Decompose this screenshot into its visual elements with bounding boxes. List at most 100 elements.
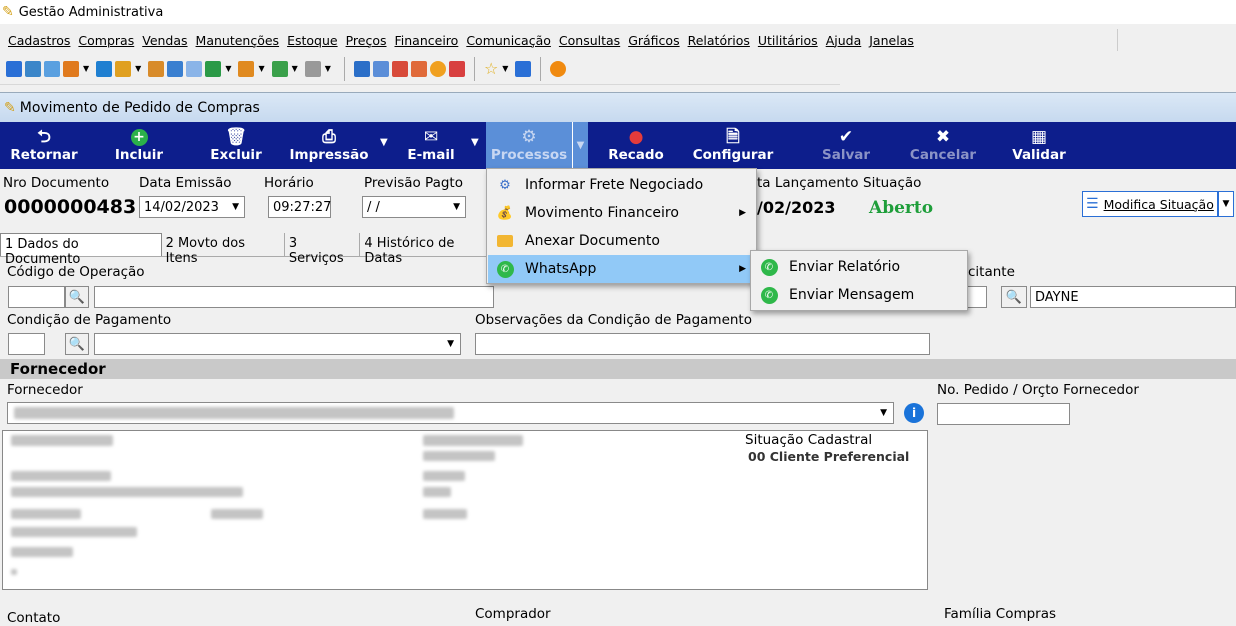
menu-graficos[interactable]: Gráficos <box>628 33 679 48</box>
fornecedor-label: Fornecedor <box>7 382 83 398</box>
cart-icon[interactable] <box>205 60 222 77</box>
redacted-text <box>11 547 73 557</box>
impressao-dropdown-icon[interactable]: ▼ <box>380 137 388 148</box>
chevron-down-icon[interactable]: ▼ <box>258 64 264 73</box>
retornar-button[interactable]: ⮌ Retornar <box>10 122 78 169</box>
solicitante-search-button[interactable]: 🔍 <box>1001 286 1027 308</box>
incluir-button[interactable]: + Incluir <box>108 122 170 169</box>
modifica-situacao-button[interactable]: ☰ Modifica Situação <box>1082 191 1218 217</box>
processos-dropdown-button[interactable]: ▼ <box>572 122 588 169</box>
codigo-operacao-desc-field[interactable] <box>94 286 494 308</box>
chevron-down-icon[interactable]: ▼ <box>83 64 89 73</box>
condicao-pagamento-select[interactable]: ▼ <box>94 333 461 355</box>
calculator-icon[interactable] <box>353 60 370 77</box>
menu-financeiro[interactable]: Financeiro <box>395 33 459 48</box>
person-icon[interactable] <box>148 60 165 77</box>
horario-field[interactable]: 09:27:27 <box>268 196 331 218</box>
menu-janelas[interactable]: Janelas <box>869 33 914 48</box>
tree-icon[interactable] <box>63 60 79 77</box>
chevron-down-icon[interactable]: ▼ <box>453 202 460 212</box>
modifica-situacao-label: Modifica Situação <box>1103 196 1214 212</box>
menu-ajuda[interactable]: Ajuda <box>826 33 862 48</box>
chevron-down-icon[interactable]: ▼ <box>135 64 141 73</box>
solicitante-name-field[interactable]: DAYNE <box>1030 286 1236 308</box>
star-icon[interactable]: ☆ <box>484 59 498 78</box>
cancelar-button[interactable]: ✖ Cancelar <box>908 122 978 169</box>
users-icon[interactable] <box>25 60 41 77</box>
processos-button[interactable]: ⚙ Processos <box>486 122 572 169</box>
menu-item-enviar-relatorio[interactable]: ✆ Enviar Relatório <box>752 253 966 281</box>
condicao-pagamento-code-field[interactable] <box>8 333 45 355</box>
chevron-down-icon[interactable]: ▼ <box>447 339 454 349</box>
modifica-situacao-dropdown[interactable]: ▼ <box>1218 191 1234 217</box>
previsao-pagto-field[interactable]: / / ▼ <box>362 196 466 218</box>
codigo-operacao-code-field[interactable] <box>8 286 65 308</box>
pedido-fornecedor-field[interactable] <box>937 403 1070 425</box>
condicao-pagamento-search-button[interactable]: 🔍 <box>65 333 89 355</box>
nro-documento-value: 0000000483 <box>4 196 137 218</box>
toolbar-separator <box>540 56 542 81</box>
info-icon[interactable] <box>515 60 532 77</box>
impressao-button[interactable]: ⎙ Impressão <box>288 122 370 169</box>
menu-comunicacao[interactable]: Comunicação <box>466 33 551 48</box>
validar-button[interactable]: ▦ Validar <box>1010 122 1068 169</box>
menu-utilitarios[interactable]: Utilitários <box>758 33 818 48</box>
situacao-value: Aberto <box>869 198 934 218</box>
menu-estoque[interactable]: Estoque <box>287 33 338 48</box>
configurar-button[interactable]: 🗎 Configurar <box>693 122 774 169</box>
lock-icon[interactable] <box>429 60 446 77</box>
redacted-text <box>11 509 81 519</box>
calendar-icon[interactable] <box>391 60 408 77</box>
chevron-down-icon[interactable]: ▼ <box>325 64 331 73</box>
schedule-icon[interactable] <box>410 60 427 77</box>
tab-historico-datas[interactable]: 4 Histórico de Datas <box>360 233 500 266</box>
quick-toolbar: ▼ ▼ ▼ ▼ ▼ ▼ ☆ ▼ <box>0 53 840 85</box>
cancelar-label: Cancelar <box>909 147 977 163</box>
chevron-down-icon[interactable]: ▼ <box>292 64 298 73</box>
menu-relatorios[interactable]: Relatórios <box>688 33 750 48</box>
data-emissao-field[interactable]: 14/02/2023 ▼ <box>139 196 245 218</box>
menu-item-anexar-documento[interactable]: Anexar Documento <box>488 227 755 255</box>
menu-vendas[interactable]: Vendas <box>142 33 187 48</box>
tab-movto-itens[interactable]: 2 Movto dos Itens <box>162 233 285 266</box>
redacted-text <box>11 435 113 446</box>
codigo-operacao-search-button[interactable]: 🔍 <box>65 286 89 308</box>
card-icon[interactable] <box>44 60 60 77</box>
box-icon[interactable] <box>115 60 132 77</box>
previsao-pagto-value: / / <box>367 199 380 215</box>
menu-item-whatsapp[interactable]: ✆ WhatsApp ▶ <box>488 255 755 283</box>
retornar-label: Retornar <box>10 147 78 163</box>
menu-item-informar-frete[interactable]: ⚙ Informar Frete Negociado <box>488 171 755 199</box>
tab-servicos[interactable]: 3 Serviços <box>285 233 361 266</box>
chevron-down-icon[interactable]: ▼ <box>880 408 887 418</box>
report-icon[interactable] <box>448 60 465 77</box>
folder-icon[interactable] <box>6 60 22 77</box>
document-icon[interactable] <box>96 60 113 77</box>
menu-precos[interactable]: Preços <box>346 33 387 48</box>
salvar-button[interactable]: ✔ Salvar <box>818 122 874 169</box>
email-button[interactable]: ✉ E-mail <box>400 122 462 169</box>
id-icon[interactable] <box>186 60 203 77</box>
dollar-icon[interactable] <box>167 60 184 77</box>
menu-manutencoes[interactable]: Manutenções <box>196 33 280 48</box>
info-icon[interactable]: i <box>904 403 924 423</box>
menu-consultas[interactable]: Consultas <box>559 33 620 48</box>
chevron-down-icon[interactable]: ▼ <box>225 64 231 73</box>
chevron-down-icon[interactable]: ▼ <box>502 64 508 73</box>
obs-condicao-field[interactable] <box>475 333 930 355</box>
money-icon[interactable] <box>271 60 288 77</box>
chevron-down-icon[interactable]: ▼ <box>232 202 239 212</box>
recado-button[interactable]: ● Recado <box>605 122 667 169</box>
menu-item-movimento-financeiro[interactable]: 💰 Movimento Financeiro ▶ <box>488 199 755 227</box>
excluir-button[interactable]: 🗑 Excluir <box>205 122 267 169</box>
menu-cadastros[interactable]: Cadastros <box>8 33 70 48</box>
menu-compras[interactable]: Compras <box>78 33 134 48</box>
email-dropdown-icon[interactable]: ▼ <box>471 137 479 148</box>
tab-dados-documento[interactable]: 1 Dados do Documento <box>0 233 162 267</box>
whatsapp-icon: ✆ <box>760 286 778 304</box>
power-icon[interactable] <box>550 60 567 77</box>
menu-item-enviar-mensagem[interactable]: ✆ Enviar Mensagem <box>752 281 966 309</box>
printer-icon[interactable] <box>304 60 321 77</box>
calc2-icon[interactable] <box>372 60 389 77</box>
package-icon[interactable] <box>238 60 255 77</box>
